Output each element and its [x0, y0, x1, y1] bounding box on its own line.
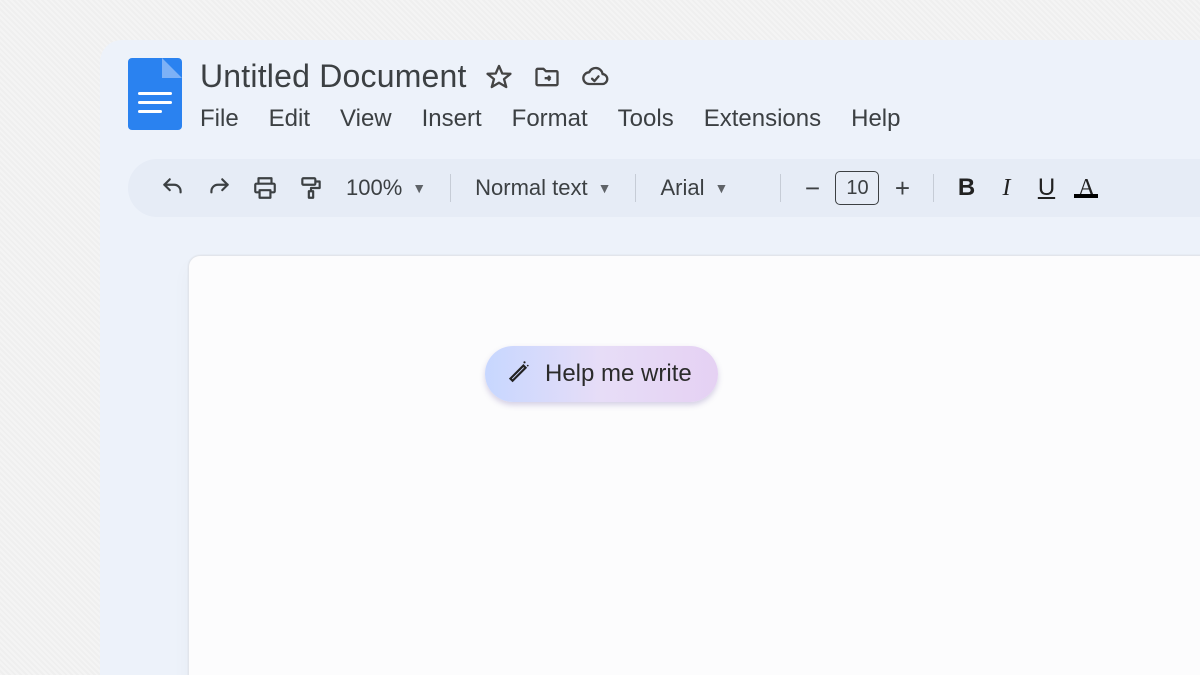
zoom-value: 100% [346, 175, 402, 201]
menu-insert[interactable]: Insert [422, 105, 482, 133]
toolbar-divider [933, 174, 934, 202]
menubar: File Edit View Insert Format Tools Exten… [200, 101, 900, 133]
font-size-input[interactable]: 10 [835, 171, 879, 205]
toolbar-divider [635, 174, 636, 202]
increase-font-size-button[interactable]: + [887, 173, 917, 204]
menu-file[interactable]: File [200, 105, 239, 133]
underline-button[interactable]: U [1026, 174, 1066, 202]
paint-format-button[interactable] [288, 159, 334, 217]
docs-header: Untitled Document [100, 40, 1200, 133]
menu-tools[interactable]: Tools [618, 105, 674, 133]
italic-button[interactable]: I [986, 175, 1026, 202]
docs-window: Untitled Document [100, 40, 1200, 675]
help-me-write-button[interactable]: Help me write [485, 346, 718, 402]
chevron-down-icon: ▼ [412, 180, 426, 196]
toolbar: 100% ▼ Normal text ▼ Arial ▼ − 10 + B I … [128, 159, 1200, 217]
menu-help[interactable]: Help [851, 105, 900, 133]
text-color-button[interactable]: A [1066, 175, 1106, 202]
canvas-area: Help me write [188, 255, 1200, 675]
menu-extensions[interactable]: Extensions [704, 105, 821, 133]
docs-logo-icon[interactable] [128, 58, 182, 130]
toolbar-divider [450, 174, 451, 202]
font-family-dropdown[interactable]: Arial ▼ [648, 159, 768, 217]
bold-button[interactable]: B [946, 174, 986, 202]
font-size-group: − 10 + [793, 171, 921, 205]
title-row: Untitled Document [200, 58, 900, 95]
decrease-font-size-button[interactable]: − [797, 173, 827, 204]
redo-button[interactable] [196, 159, 242, 217]
paragraph-style-value: Normal text [475, 175, 587, 201]
title-action-icons [485, 63, 609, 91]
toolbar-divider [780, 174, 781, 202]
chevron-down-icon: ▼ [598, 180, 612, 196]
magic-pen-icon [505, 358, 531, 391]
menu-view[interactable]: View [340, 105, 392, 133]
star-icon[interactable] [485, 63, 513, 91]
menu-format[interactable]: Format [512, 105, 588, 133]
print-button[interactable] [242, 159, 288, 217]
font-family-value: Arial [660, 175, 704, 201]
zoom-dropdown[interactable]: 100% ▼ [334, 159, 438, 217]
docs-logo-lines [138, 92, 172, 113]
cloud-saved-icon[interactable] [581, 63, 609, 91]
folder-move-icon[interactable] [533, 63, 561, 91]
menu-edit[interactable]: Edit [269, 105, 310, 133]
document-title[interactable]: Untitled Document [200, 58, 467, 95]
undo-button[interactable] [150, 159, 196, 217]
help-me-write-label: Help me write [545, 360, 692, 388]
document-page[interactable]: Help me write [188, 255, 1200, 675]
chevron-down-icon: ▼ [715, 180, 729, 196]
paragraph-style-dropdown[interactable]: Normal text ▼ [463, 159, 623, 217]
title-block: Untitled Document [200, 58, 900, 133]
